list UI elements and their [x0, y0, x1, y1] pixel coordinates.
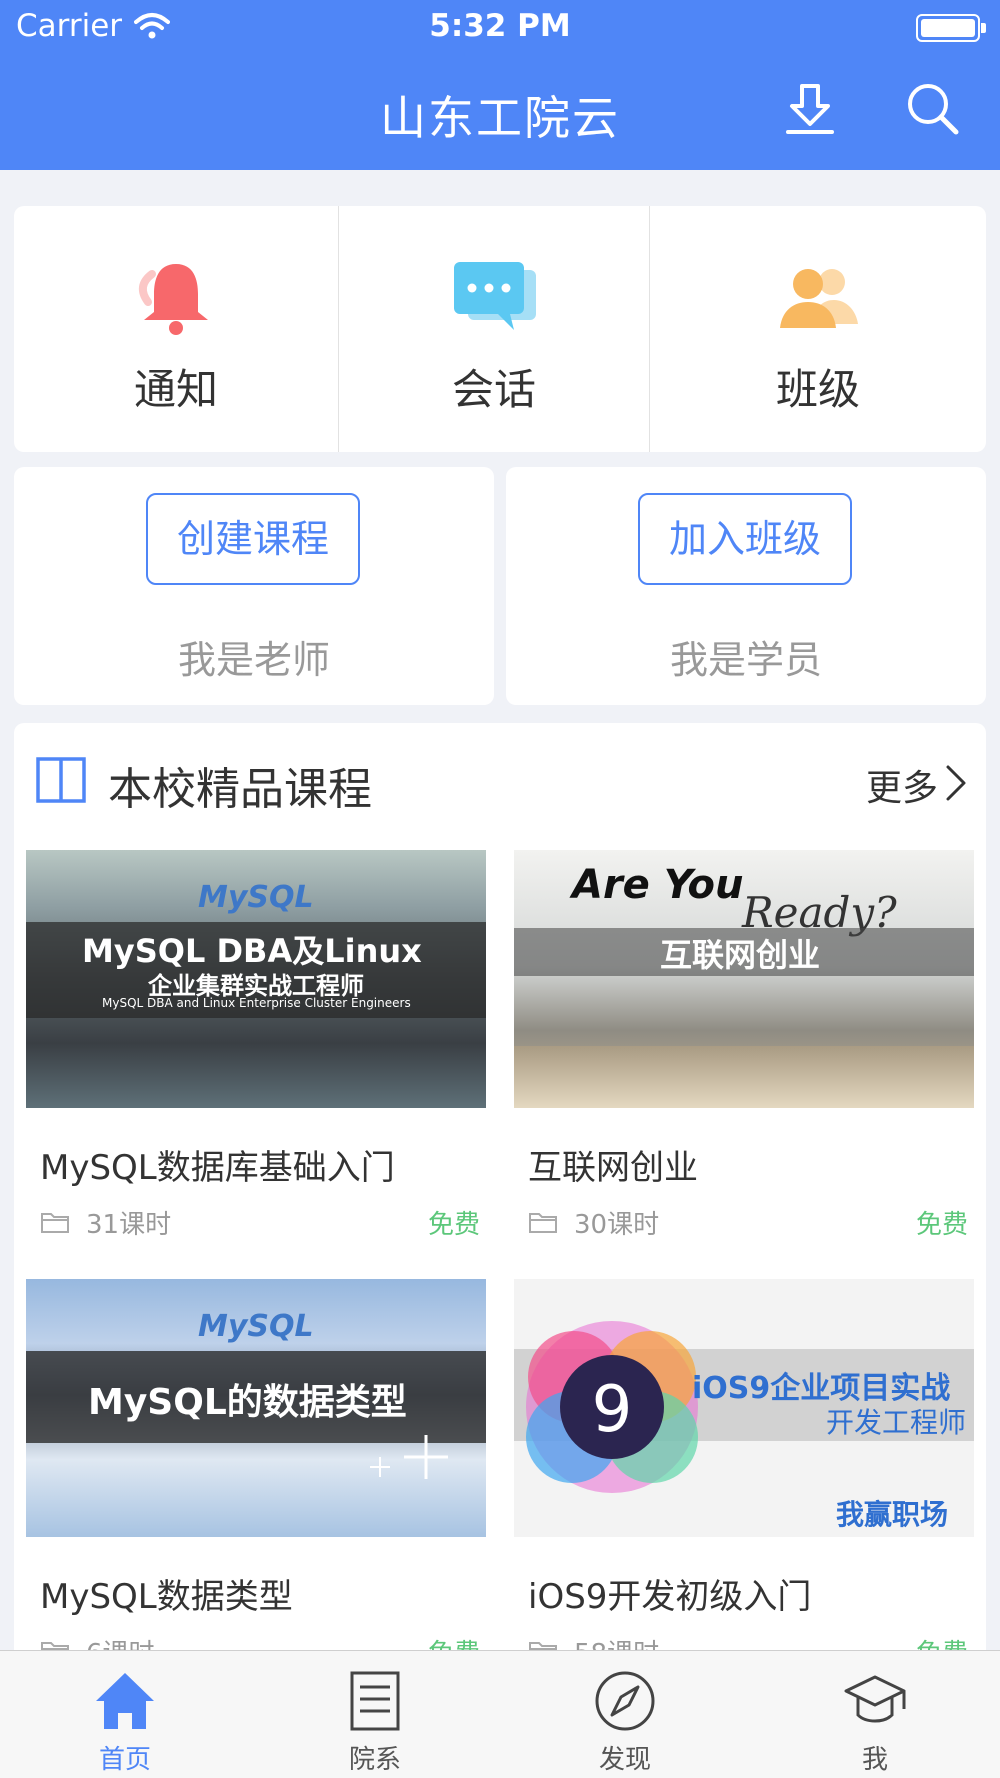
course-meta: 6课时 免费 — [40, 1633, 480, 1650]
thumbnail-headline: Are You — [572, 862, 744, 908]
create-course-button[interactable]: 创建课程 — [146, 493, 360, 585]
course-meta: 30课时 免费 — [528, 1204, 968, 1244]
folder-icon — [529, 1213, 557, 1233]
folder-icon — [41, 1213, 69, 1233]
price-label: 免费 — [427, 1210, 480, 1240]
tab-label: 首页 — [98, 1745, 151, 1775]
download-icon[interactable] — [780, 80, 840, 140]
course-title: 互联网创业 — [528, 1148, 698, 1188]
price-label: 免费 — [916, 1633, 968, 1650]
tab-me[interactable]: 我 — [750, 1651, 1000, 1778]
thumbnail-subline: 开发工程师 — [826, 1406, 967, 1439]
tab-discover[interactable]: 发现 — [500, 1651, 750, 1778]
course-grid: MySQL MySQL DBA及Linux 企业集群实战工程师 MySQL DB… — [14, 835, 986, 1650]
student-caption: 我是学员 — [669, 638, 822, 682]
course-thumbnail: Are You Ready? 互联网创业 — [514, 850, 974, 1108]
teacher-card: 创建课程 我是老师 — [14, 467, 494, 705]
tab-label: 院系 — [348, 1745, 401, 1775]
thumbnail-caption: 互联网创业 — [660, 936, 821, 974]
top-bar: Carrier 5:32 PM 山东工院云 — [0, 0, 1000, 170]
price-label: 免费 — [428, 1633, 480, 1650]
course-thumbnail: MySQL MySQL DBA及Linux 企业集群实战工程师 MySQL DB… — [26, 850, 486, 1108]
tab-bar: 首页 院系 发现 我 — [0, 1650, 1000, 1778]
search-icon[interactable] — [904, 80, 964, 140]
book-icon — [36, 757, 86, 803]
course-card[interactable]: Are You Ready? 互联网创业 互联网创业 30课时 免费 — [514, 850, 974, 1270]
price-label: 免费 — [915, 1210, 968, 1240]
quick-action-label: 通知 — [133, 365, 218, 414]
quick-actions-card: 通知 会话 班级 — [14, 206, 986, 452]
folder-icon — [529, 1642, 557, 1650]
quick-action-label: 班级 — [775, 365, 860, 414]
status-bar: Carrier 5:32 PM — [0, 0, 1000, 54]
course-card[interactable]: MySQL MySQL DBA及Linux 企业集群实战工程师 MySQL DB… — [26, 850, 486, 1270]
course-thumbnail: MySQL MySQL的数据类型 — [26, 1279, 486, 1537]
chat-icon — [454, 262, 536, 330]
featured-courses-header: 本校精品课程 更多 — [14, 723, 986, 835]
page-title: 山东工院云 — [380, 91, 620, 145]
lesson-count: 6课时 — [86, 1633, 155, 1650]
more-link[interactable]: 更多 — [866, 759, 938, 811]
section-title: 本校精品课程 — [108, 764, 372, 815]
thumbnail-logo-text: MySQL — [198, 880, 314, 915]
list-document-icon — [350, 1671, 400, 1731]
quick-action-notifications[interactable]: 通知 — [14, 206, 338, 452]
svg-text:9: 9 — [592, 1373, 633, 1447]
battery-icon — [916, 14, 986, 42]
status-time: 5:32 PM — [429, 8, 571, 44]
student-card: 加入班级 我是学员 — [506, 467, 986, 705]
folder-icon — [41, 1642, 69, 1650]
tab-home[interactable]: 首页 — [0, 1651, 250, 1778]
thumbnail-caption: MySQL DBA and Linux Enterprise Cluster E… — [102, 996, 411, 1010]
teacher-caption: 我是老师 — [177, 638, 330, 682]
lesson-count: 30课时 — [574, 1210, 660, 1240]
users-icon — [780, 269, 858, 328]
course-thumbnail: 9 iOS9企业项目实战 开发工程师 我赢职场 — [514, 1279, 974, 1537]
lesson-count: 58课时 — [574, 1633, 659, 1650]
course-meta: 58课时 免费 — [528, 1633, 968, 1650]
sparkle-icon — [370, 1435, 448, 1479]
course-card[interactable]: MySQL MySQL的数据类型 MySQL数据类型 6课时 免费 — [26, 1279, 486, 1650]
compass-icon — [595, 1671, 655, 1731]
course-meta: 31课时 免费 — [40, 1204, 480, 1244]
tab-departments[interactable]: 院系 — [250, 1651, 500, 1778]
course-title: iOS9开发初级入门 — [528, 1577, 812, 1617]
thumbnail-headline: MySQL的数据类型 — [88, 1382, 407, 1423]
tab-label: 我 — [861, 1745, 888, 1775]
bell-icon — [138, 264, 208, 335]
chevron-right-icon[interactable] — [944, 763, 968, 803]
join-class-button[interactable]: 加入班级 — [638, 493, 852, 585]
thumbnail-logo-text: MySQL — [198, 1309, 314, 1344]
quick-action-class[interactable]: 班级 — [650, 206, 986, 452]
home-icon — [96, 1673, 154, 1729]
course-title: MySQL数据类型 — [40, 1577, 293, 1617]
ios9-logo-icon: 9 — [526, 1321, 698, 1493]
thumbnail-caption: 我赢职场 — [836, 1498, 949, 1531]
course-card[interactable]: 9 iOS9企业项目实战 开发工程师 我赢职场 iOS9开发初级入门 58课时 … — [514, 1279, 974, 1650]
quick-action-label: 会话 — [451, 365, 536, 414]
lesson-count: 31课时 — [86, 1210, 172, 1240]
course-title: MySQL数据库基础入门 — [40, 1148, 395, 1188]
graduation-cap-icon — [844, 1675, 906, 1723]
quick-action-chat[interactable]: 会话 — [338, 206, 650, 452]
tab-label: 发现 — [598, 1745, 651, 1775]
